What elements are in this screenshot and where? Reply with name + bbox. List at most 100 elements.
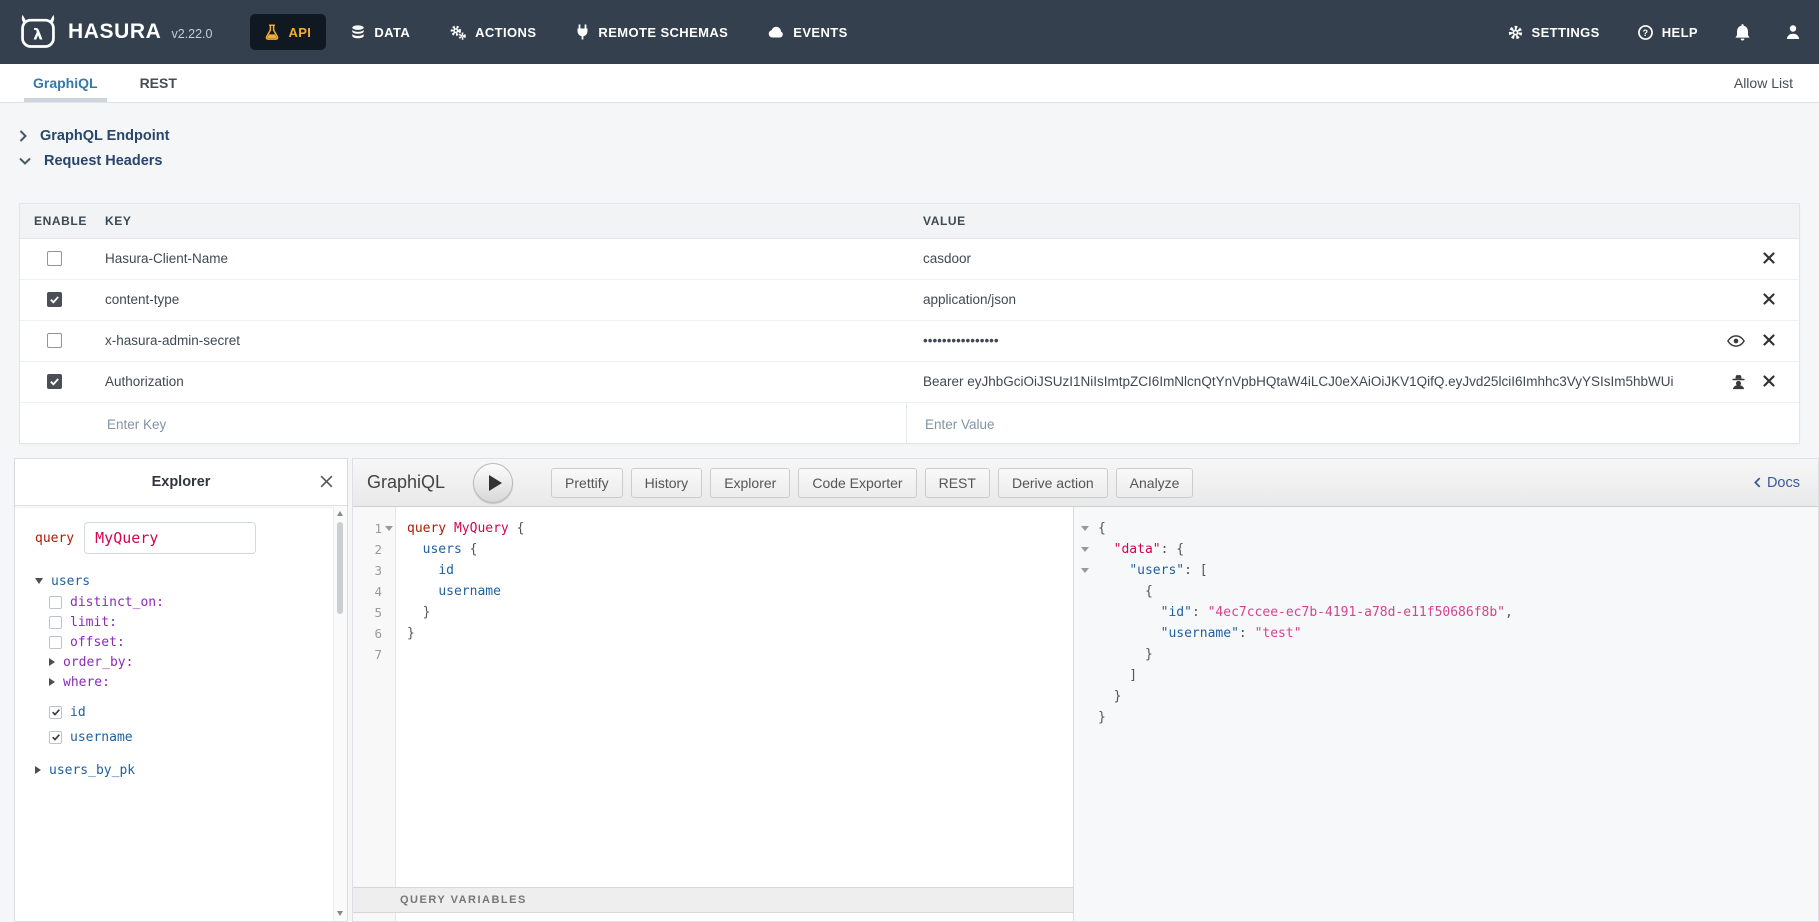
nav-item-settings[interactable]: SETTINGS	[1506, 15, 1602, 50]
explorer-title: Explorer	[152, 474, 211, 490]
execute-query-button[interactable]	[473, 463, 513, 503]
nav-item-label: REMOTE SCHEMAS	[598, 25, 728, 40]
nav-item-events[interactable]: EVENTS	[753, 15, 862, 50]
tree-field-users-by-pk[interactable]: users_by_pk	[15, 759, 333, 781]
close-icon[interactable]	[1763, 375, 1775, 387]
code-line: }	[407, 623, 1073, 644]
fold-arrow-icon[interactable]	[1081, 526, 1089, 531]
checkbox-unchecked	[49, 616, 62, 629]
enable-checkbox[interactable]	[47, 333, 62, 348]
query-name-input[interactable]	[84, 522, 256, 554]
nav-item-label: SETTINGS	[1532, 25, 1600, 40]
user-icon[interactable]	[1785, 24, 1801, 40]
arg-label: distinct_on:	[70, 595, 164, 610]
explorer-button[interactable]: Explorer	[710, 468, 790, 498]
response-line: ]	[1098, 665, 1818, 686]
header-value[interactable]: application/json	[923, 292, 1703, 307]
scroll-down-arrow-icon[interactable]	[337, 911, 343, 916]
enable-checkbox[interactable]	[47, 292, 62, 307]
nav-item-help[interactable]: ? HELP	[1636, 15, 1700, 50]
code-line: username	[407, 581, 1073, 602]
checkbox-checked	[49, 731, 62, 744]
nav-item-label: DATA	[374, 25, 410, 40]
svg-text:λ: λ	[33, 25, 43, 43]
explorer-scrollbar[interactable]	[333, 506, 347, 921]
field-label: users_by_pk	[49, 763, 135, 778]
checkbox-unchecked	[49, 596, 62, 609]
spy-icon[interactable]	[1730, 373, 1747, 390]
arg-label: where:	[63, 675, 110, 690]
query-variables-header[interactable]: QUERY VARIABLES	[353, 887, 1073, 913]
new-header-row	[20, 403, 1799, 443]
derive-action-button[interactable]: Derive action	[998, 468, 1108, 498]
header-key[interactable]: Authorization	[105, 374, 184, 389]
history-button[interactable]: History	[631, 468, 703, 498]
fold-arrow-icon[interactable]	[1081, 568, 1089, 573]
new-header-key-input[interactable]	[105, 411, 809, 437]
nav-item-actions[interactable]: ACTIONS	[435, 15, 551, 50]
nav-item-label: HELP	[1662, 25, 1698, 40]
close-icon[interactable]	[1763, 293, 1775, 305]
bell-icon[interactable]	[1734, 23, 1751, 41]
code-line: users {	[407, 539, 1073, 560]
new-header-value-input[interactable]	[923, 411, 1527, 437]
line-number: 6	[353, 623, 395, 644]
tree-arg-distinct-on[interactable]: distinct_on:	[15, 592, 333, 612]
fold-arrow-icon[interactable]	[385, 526, 393, 531]
response-line: }	[1098, 707, 1818, 728]
editor-code[interactable]: query MyQuery { users { id username } }	[396, 507, 1073, 921]
header-value[interactable]: casdoor	[923, 251, 1703, 266]
code-exporter-button[interactable]: Code Exporter	[798, 468, 916, 498]
column-key: KEY	[105, 214, 131, 228]
arg-label: limit:	[70, 615, 117, 630]
tree-field-id[interactable]: id	[15, 700, 333, 724]
enable-checkbox[interactable]	[47, 251, 62, 266]
toolbar-buttons: Prettify History Explorer Code Exporter …	[551, 468, 1193, 498]
query-editor[interactable]: 1 2 3 4 5 6 7 query MyQuery { users { id…	[353, 507, 1073, 921]
close-icon[interactable]	[1763, 334, 1775, 346]
analyze-button[interactable]: Analyze	[1116, 468, 1194, 498]
close-icon[interactable]	[1763, 252, 1775, 264]
tree-arg-where[interactable]: where:	[15, 672, 333, 692]
header-key[interactable]: content-type	[105, 292, 179, 307]
eye-icon[interactable]	[1727, 335, 1745, 347]
request-headers-section[interactable]: Request Headers	[19, 153, 162, 169]
tab-graphiql[interactable]: GraphiQL	[27, 64, 104, 102]
chevron-right-icon	[19, 130, 27, 142]
nav-item-data[interactable]: DATA	[336, 14, 425, 50]
database-icon	[351, 24, 365, 40]
nav-item-api[interactable]: API	[250, 14, 326, 50]
scroll-up-arrow-icon[interactable]	[337, 511, 343, 516]
prettify-button[interactable]: Prettify	[551, 468, 623, 498]
tree-field-users[interactable]: users	[15, 570, 333, 592]
version-label: v2.22.0	[171, 27, 212, 41]
line-number: 2	[353, 539, 395, 560]
line-number: 5	[353, 602, 395, 623]
tree-field-username[interactable]: username	[15, 724, 333, 750]
header-key[interactable]: Hasura-Client-Name	[105, 251, 228, 266]
tab-allow-list[interactable]: Allow List	[1734, 75, 1793, 91]
chevron-left-icon	[1754, 477, 1761, 488]
tree-arg-order-by[interactable]: order_by:	[15, 652, 333, 672]
graphql-endpoint-section[interactable]: GraphQL Endpoint	[19, 128, 169, 144]
header-value-masked[interactable]: ••••••••••••••••	[923, 333, 1703, 348]
nav-item-remote-schemas[interactable]: REMOTE SCHEMAS	[561, 14, 743, 50]
fold-arrow-icon[interactable]	[1081, 547, 1089, 552]
header-value-jwt[interactable]: Bearer eyJhbGciOiJSUzI1NiIsImtpZCI6ImNlc…	[923, 374, 1703, 389]
code-line: query MyQuery {	[407, 518, 1073, 539]
docs-link[interactable]: Docs	[1754, 475, 1800, 491]
response-line: }	[1098, 644, 1818, 665]
response-line: "users": [	[1098, 560, 1818, 581]
scrollbar-thumb[interactable]	[337, 522, 343, 614]
tree-arg-limit[interactable]: limit:	[15, 612, 333, 632]
hasura-logo-icon[interactable]: λ	[18, 12, 58, 52]
response-line: "username": "test"	[1098, 623, 1818, 644]
tree-arg-offset[interactable]: offset:	[15, 632, 333, 652]
question-icon: ?	[1638, 25, 1653, 40]
enable-checkbox[interactable]	[47, 374, 62, 389]
header-key[interactable]: x-hasura-admin-secret	[105, 333, 240, 348]
tab-rest[interactable]: REST	[134, 64, 183, 102]
close-icon[interactable]	[319, 474, 334, 489]
table-header-row: ENABLE KEY VALUE	[20, 204, 1799, 239]
rest-button[interactable]: REST	[925, 468, 990, 498]
